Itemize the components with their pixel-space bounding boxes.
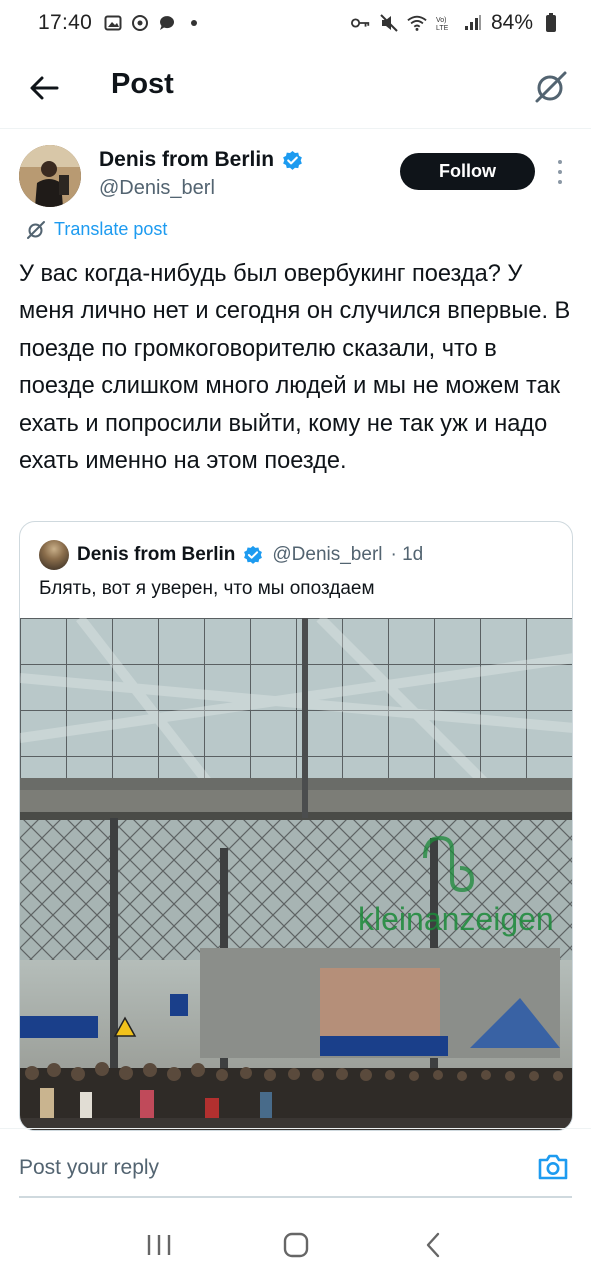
post-text: У вас когда-нибудь был овербукинг поезда… [19,261,571,475]
home-button[interactable] [266,1215,326,1275]
camera-icon [538,1154,568,1180]
chat-notification-icon [157,13,177,33]
svg-text:Vo): Vo) [436,17,447,24]
chevron-left-icon [426,1232,439,1258]
verified-badge-icon [243,545,264,566]
watermark-text: kleinanzeigen [358,901,554,937]
reply-underline [19,1196,572,1198]
translate-post-link[interactable]: Translate post [26,219,167,240]
author-name-text: Denis from Berlin [99,148,275,171]
status-time: 17:40 [38,11,93,34]
quoted-post-text: Блять, вот я уверен, что мы опоздаем [39,578,375,599]
recent-apps-icon [147,1235,170,1255]
translate-post-label: Translate post [54,219,168,239]
verified-badge-icon [282,150,303,171]
grok-button[interactable] [531,67,571,107]
sync-notification-icon [130,13,150,33]
status-left: 17:40 [38,11,204,35]
author-handle[interactable]: @Denis_berl [99,177,215,200]
quoted-post-image[interactable]: kleinanzeigen [20,614,572,1130]
home-icon [283,1232,308,1258]
quoted-author-name: Denis from Berlin [77,544,236,565]
signal-icon [463,13,483,33]
grok-icon [535,71,567,103]
camera-button[interactable] [536,1150,570,1184]
volte-icon: Vo) LTE [435,13,455,33]
quoted-author-avatar [39,540,69,570]
status-right: Vo) LTE 84% [350,11,561,35]
page-title: Post [111,68,174,100]
reply-input[interactable]: Post your reply [19,1156,159,1180]
key-icon [350,13,371,33]
svg-text:LTE: LTE [436,25,449,32]
mute-icon [379,13,399,33]
battery-percent: 84% [490,11,533,34]
system-navigation-bar [0,1210,591,1280]
top-app-bar: Post [0,52,591,124]
back-button[interactable] [26,70,62,106]
gallery-notification-icon [103,13,123,33]
quoted-post[interactable]: Denis from Berlin @Denis_berl · 1d Блять… [19,521,573,1131]
arrow-left-icon [30,76,59,100]
status-bar: 17:40 Vo) LTE 84% [0,0,591,46]
more-options-icon[interactable] [551,160,569,184]
system-back-button[interactable] [403,1215,463,1275]
header-divider [0,128,591,129]
station-photo: kleinanzeigen [20,614,572,1130]
quoted-post-time: · 1d [390,544,424,565]
follow-button[interactable]: Follow [400,153,535,190]
author-avatar[interactable] [19,145,81,207]
author-name[interactable]: Denis from Berlin [99,148,303,172]
quoted-author-handle: @Denis_berl [272,544,383,565]
quoted-post-header: Denis from Berlin @Denis_berl · 1d [39,540,423,570]
grok-icon [27,220,45,239]
battery-icon [541,13,561,33]
dot-icon [184,13,204,33]
recent-apps-button[interactable] [129,1215,189,1275]
wifi-icon [407,13,427,33]
reply-divider [0,1128,591,1129]
